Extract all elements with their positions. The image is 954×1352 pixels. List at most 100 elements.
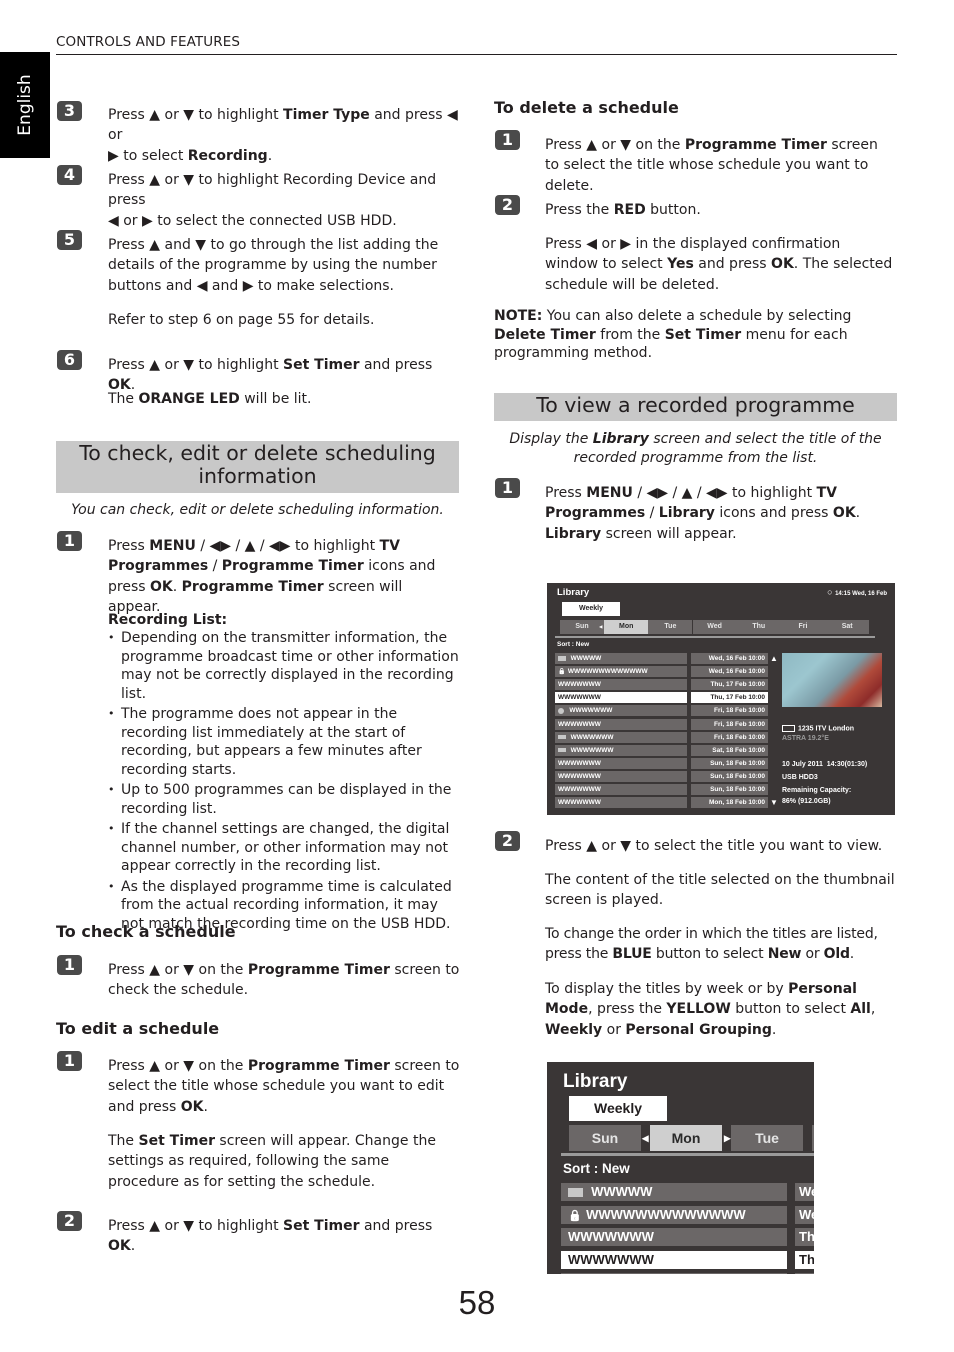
storage-device: USB HDD3: [782, 774, 818, 781]
recording-title: WWWWWWWWWWWWW: [567, 668, 648, 676]
recording-row-title[interactable]: WWWWWWW: [555, 757, 687, 769]
chevron-left-icon[interactable]: ◀: [599, 620, 602, 634]
recording-row-title[interactable]: WWWWWWW: [555, 731, 687, 743]
sort-label: Sort : New: [563, 1161, 630, 1176]
delete-step-2-note: Press ◀ or ▶ in the displayed confirmati…: [545, 236, 893, 293]
status-dot-icon: [558, 707, 564, 714]
library-title: Library: [563, 1071, 628, 1092]
recording-row-title[interactable]: 🔒 WWWWWWWWWWWWW: [555, 666, 687, 678]
recording-row-date[interactable]: Thu, 17 Feb 10:00: [691, 679, 768, 691]
recording-row-title[interactable]: WWWWWWW: [555, 744, 687, 756]
step-badge-5: 5: [57, 230, 82, 250]
day-tab-sun[interactable]: Sun: [560, 620, 604, 634]
recording-list-item: Up to 500 programmes can be displayed in…: [108, 781, 463, 818]
step-4-text: Press ▲ or ▼ to highlight Recording Devi…: [108, 172, 437, 229]
library-screen-large: LibraryWeeklySunMon◀▶TueWedThuFriSatSort…: [547, 1062, 814, 1274]
day-tab-wed[interactable]: Wed: [692, 620, 737, 634]
recording-row-title[interactable]: WWWWWWW: [555, 770, 687, 782]
recording-title: WWWWWWW: [558, 786, 601, 793]
recording-row-date[interactable]: Fri, 18 Feb 10:00: [691, 705, 768, 717]
recording-row-date[interactable]: Thu, 17 Feb 10:00: [795, 1250, 814, 1269]
recording-row-title[interactable]: WWWWWWW: [561, 1250, 787, 1269]
view-step-2-p3: To display the titles by week or by Pers…: [545, 981, 876, 1038]
recording-row-date[interactable]: Wed, 16 Feb 10:00: [795, 1205, 814, 1224]
clock-icon: ○: [827, 587, 836, 597]
step-badge-1: 1: [57, 1051, 82, 1071]
folder-icon: [568, 1188, 584, 1197]
recording-row-title[interactable]: WWWWW: [555, 653, 687, 664]
recording-row-title[interactable]: WWWWWWW: [555, 679, 687, 691]
recording-row-date[interactable]: Wed, 16 Feb 10:00: [691, 666, 768, 678]
recording-title: WWWWW: [591, 1184, 653, 1199]
capacity-value: 86% (912.0GB): [782, 798, 831, 805]
step-badge-4: 4: [57, 165, 82, 185]
day-tab-fri[interactable]: Fri: [781, 620, 825, 634]
step-3-text: Press ▲ or ▼ to highlight Timer Type and…: [108, 107, 458, 164]
edit-schedule-note: The Set Timer screen will appear. Change…: [108, 1133, 436, 1190]
delete-schedule-title: To delete a schedule: [494, 98, 679, 117]
scroll-up-icon[interactable]: ▲: [770, 654, 778, 663]
recording-row-date[interactable]: Wed, 16 Feb 10:00: [795, 1183, 814, 1201]
day-tab-sat[interactable]: Sat: [825, 620, 870, 634]
recording-row-date[interactable]: Fri, 18 Feb 10:00: [691, 718, 768, 730]
recording-row-title[interactable]: WWWWWWW: [561, 1273, 787, 1274]
step-6-note: The ORANGE LED will be lit.: [108, 391, 312, 407]
recording-row-date[interactable]: Sun, 18 Feb 10:00: [691, 784, 768, 795]
section-title-view-recorded: To view a recorded programme: [494, 393, 897, 421]
clock-value: 14:15 Wed, 16 Feb: [835, 591, 887, 597]
folder-icon: [558, 656, 567, 661]
recording-list-item: If the channel settings are changed, the…: [108, 820, 463, 876]
recording-row-date[interactable]: Wed, 16 Feb 10:00: [691, 653, 768, 664]
check-schedule-title: To check a schedule: [56, 922, 236, 941]
view-step-2: Press ▲ or ▼ to select the title you wan…: [545, 838, 883, 854]
step-badge-2: 2: [57, 1211, 82, 1231]
recording-row-date[interactable]: Fri, 18 Feb 10:00: [691, 731, 768, 743]
day-tab-tue[interactable]: Tue: [731, 1125, 803, 1151]
recording-row-title[interactable]: WWWWWWW: [555, 718, 687, 730]
day-tab-thu[interactable]: Thu: [736, 620, 781, 634]
recording-row-date[interactable]: Mon, 18 Feb 10:00: [691, 797, 768, 809]
day-tab-mon[interactable]: Mon: [650, 1125, 722, 1151]
day-tab-sun[interactable]: Sun: [569, 1125, 641, 1151]
recording-title: WWWWWWW: [568, 1251, 654, 1267]
recording-list: Depending on the transmitter information…: [108, 629, 463, 933]
recording-row-date[interactable]: Thu, 17 Feb 10:00: [691, 692, 768, 704]
recording-title: WWWWWWWWWWWWW: [586, 1206, 746, 1222]
recording-row-title[interactable]: WWWWWWW: [555, 784, 687, 795]
step-badge-1: 1: [495, 478, 520, 498]
chevron-right-icon[interactable]: ▶: [724, 1125, 730, 1151]
day-tab-tue[interactable]: Tue: [648, 620, 693, 634]
recording-row-date[interactable]: Sun, 18 Feb 10:00: [691, 757, 768, 769]
view-mode-tab[interactable]: Weekly: [562, 602, 620, 616]
step-badge-1: 1: [57, 955, 82, 975]
recording-row-date[interactable]: Thu, 17 Feb 10:00: [795, 1228, 814, 1246]
language-tab: English: [0, 52, 50, 158]
view-mode-tab[interactable]: Weekly: [569, 1096, 667, 1121]
lock-icon: 🔒: [558, 669, 566, 676]
recording-row-title[interactable]: WWWWWWW: [555, 705, 687, 717]
view-step-1: Press MENU / ◀▶ / ▲ / ◀▶ to highlight TV…: [545, 485, 861, 542]
recording-row-title[interactable]: WWWWWWW: [555, 692, 687, 704]
recording-row-title[interactable]: 🔒 WWWWWWWWWWWWW: [561, 1205, 787, 1224]
capacity-label: Remaining Capacity:: [782, 787, 852, 794]
channel-name: 1235 ITV London: [798, 725, 855, 733]
recording-row-title[interactable]: WWWWWWW: [561, 1228, 787, 1246]
lock-icon: 🔒: [568, 1209, 582, 1222]
chevron-left-icon[interactable]: ◀: [642, 1125, 648, 1151]
delete-note: NOTE: You can also delete a schedule by …: [494, 308, 852, 361]
day-tab-mon[interactable]: Mon: [604, 620, 649, 634]
recording-row-date[interactable]: Sun, 18 Feb 10:00: [691, 770, 768, 782]
recording-row-title[interactable]: WWWWW: [561, 1183, 787, 1201]
recording-title: WWWWWWW: [558, 681, 601, 689]
thumbnail-image: [782, 653, 882, 707]
check-step-1-text: Press MENU / ◀▶ / ▲ / ◀▶ to highlight TV…: [108, 538, 436, 616]
recording-row-date[interactable]: Sat, 18 Feb 10:00: [691, 744, 768, 756]
recording-title: WWWWW: [570, 655, 602, 662]
step-badge-2: 2: [495, 831, 520, 851]
scroll-down-icon[interactable]: ▼: [770, 798, 778, 807]
recording-list-item: Depending on the transmitter information…: [108, 629, 463, 703]
day-tab-wed[interactable]: Wed: [812, 1125, 814, 1151]
recording-row-title[interactable]: WWWWWWW: [555, 797, 687, 809]
edit-schedule-step-1: Press ▲ or ▼ on the Programme Timer scre…: [108, 1058, 460, 1115]
recording-row-date[interactable]: Fri, 18 Feb 10:00: [795, 1273, 814, 1274]
